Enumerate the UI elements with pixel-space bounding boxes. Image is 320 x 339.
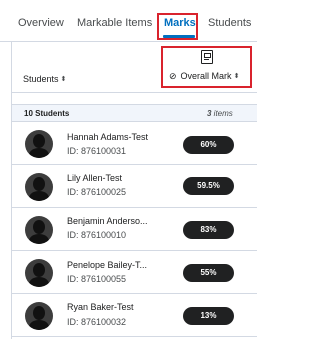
student-id: ID: 876100010 [67, 230, 127, 240]
gradebook-icon [201, 50, 213, 64]
avatar-placeholder-icon [25, 173, 53, 201]
student-name[interactable]: Penelope Bailey-T... [67, 260, 147, 270]
tab-overview[interactable]: Overview [18, 17, 64, 29]
student-id: ID: 876100025 [67, 187, 127, 197]
overall-mark-column-header[interactable]: ⊘ Overall Mark ⬍ [169, 71, 239, 82]
mark-badge: 60% [183, 136, 234, 154]
tab-students[interactable]: Students [208, 17, 251, 29]
avatar-placeholder-icon [25, 259, 53, 287]
highlight-box-marks-tab [157, 13, 198, 40]
student-id: ID: 876100031 [67, 146, 127, 156]
students-count: 10 Students [24, 109, 70, 118]
student-id: ID: 876100032 [67, 317, 127, 327]
row-divider [12, 336, 257, 337]
tab-markable-items[interactable]: Markable Items [77, 17, 152, 29]
sort-icon[interactable]: ⬍ [234, 72, 240, 80]
items-count: 3 items [207, 109, 233, 118]
mark-badge: 59.5% [183, 177, 234, 195]
table-row[interactable]: Hannah Adams-Test ID: 876100031 60% [12, 122, 257, 164]
student-name[interactable]: Lily Allen-Test [67, 173, 122, 183]
overall-mark-label: Overall Mark [180, 71, 232, 81]
items-count-suffix: items [211, 109, 233, 118]
table-row[interactable]: Lily Allen-Test ID: 876100025 59.5% [12, 165, 257, 207]
student-id: ID: 876100055 [67, 274, 127, 284]
avatar-placeholder-icon [25, 130, 53, 158]
student-name[interactable]: Ryan Baker-Test [67, 302, 134, 312]
hidden-eye-icon[interactable]: ⊘ [169, 71, 177, 82]
summary-row: 10 Students 3 items [12, 104, 257, 122]
student-name[interactable]: Benjamin Anderso... [67, 216, 148, 226]
students-column-label: Students [23, 74, 59, 84]
avatar-placeholder-icon [25, 216, 53, 244]
tab-bar: Overview Markable Items Marks Students [0, 0, 257, 42]
avatar-placeholder-icon [25, 302, 53, 330]
sort-icon[interactable]: ⬍ [61, 75, 67, 83]
mark-badge: 55% [183, 264, 234, 282]
mark-badge: 13% [183, 307, 234, 325]
table-row[interactable]: Ryan Baker-Test ID: 876100032 13% [12, 294, 257, 336]
table-row[interactable]: Penelope Bailey-T... ID: 876100055 55% [12, 251, 257, 293]
table-row[interactable]: Benjamin Anderso... ID: 876100010 83% [12, 208, 257, 250]
student-name[interactable]: Hannah Adams-Test [67, 132, 148, 142]
students-column-header[interactable]: Students ⬍ [23, 74, 66, 84]
mark-badge: 83% [183, 221, 234, 239]
